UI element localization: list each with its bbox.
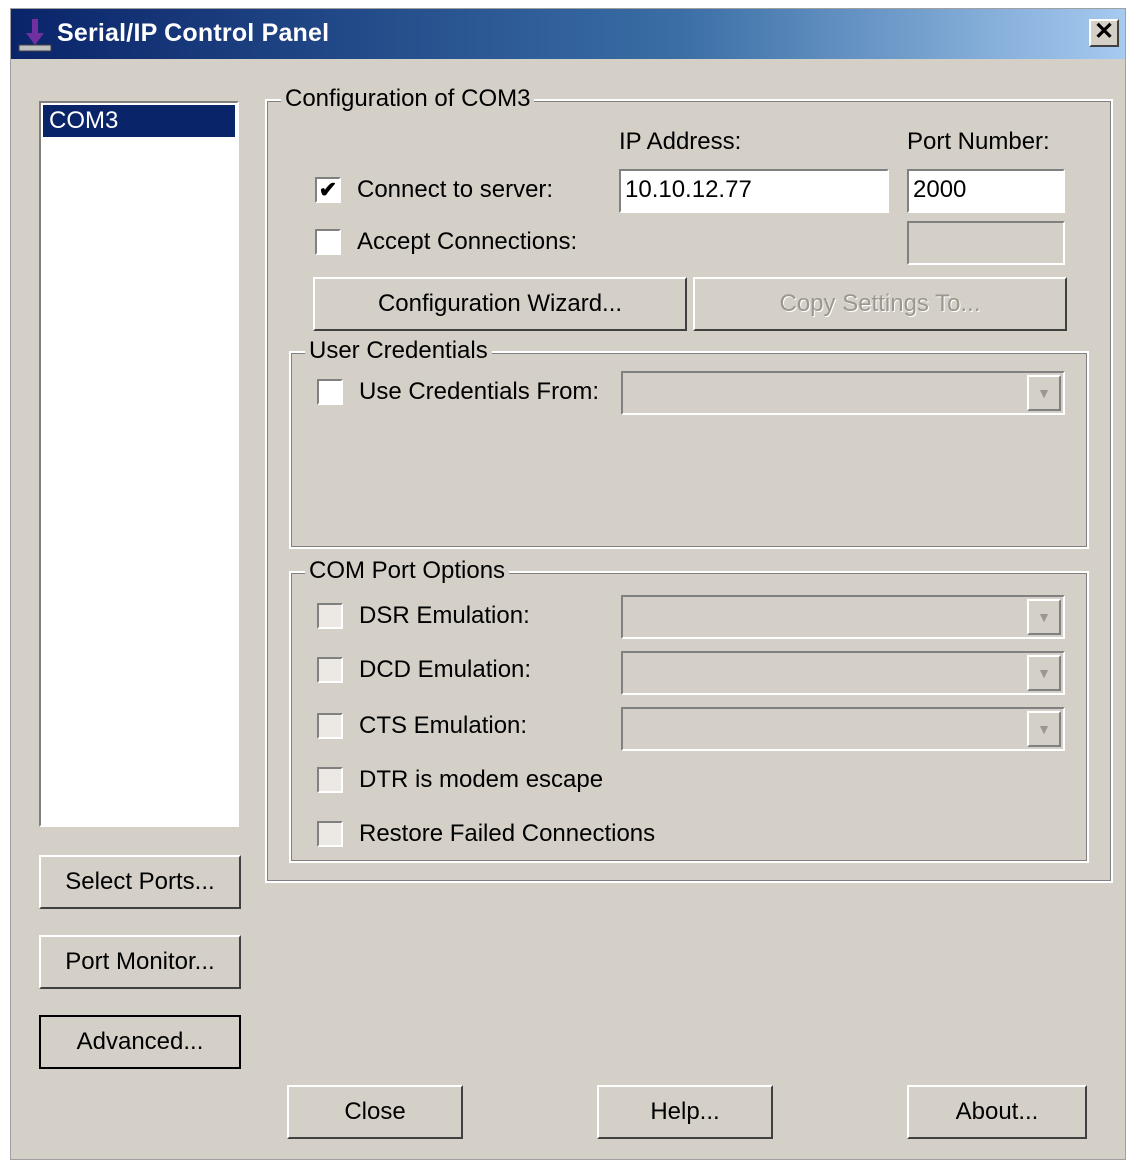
restore-failed-connections-label: Restore Failed Connections — [359, 820, 656, 847]
port-list[interactable]: COM3 — [39, 101, 239, 827]
accept-port-input[interactable] — [907, 221, 1065, 265]
close-window-button[interactable]: ✕ — [1089, 19, 1119, 47]
configuration-wizard-button[interactable]: Configuration Wizard... — [313, 277, 687, 331]
restore-failed-connections-checkbox[interactable] — [317, 821, 343, 847]
title-bar[interactable]: Serial/IP Control Panel ✕ — [11, 9, 1125, 59]
ip-address-input[interactable]: 10.10.12.77 — [619, 169, 889, 213]
download-arrow-icon — [18, 19, 52, 52]
accept-connections-checkbox[interactable] — [315, 229, 341, 255]
use-credentials-checkbox[interactable] — [317, 379, 343, 405]
window-title: Serial/IP Control Panel — [57, 19, 330, 47]
dsr-emulation-combo[interactable]: ▼ — [621, 595, 1065, 639]
credentials-combo[interactable]: ▼ — [621, 371, 1065, 415]
dtr-modem-escape-label: DTR is modem escape — [359, 766, 604, 793]
configuration-group-title: Configuration of COM3 — [281, 83, 535, 115]
ip-address-label: IP Address: — [619, 128, 742, 155]
dialog-body: COM3 Select Ports... Port Monitor... Adv… — [11, 59, 1125, 1161]
advanced-button[interactable]: Advanced... — [39, 1015, 241, 1069]
close-button[interactable]: Close — [287, 1085, 463, 1139]
help-button[interactable]: Help... — [597, 1085, 773, 1139]
configuration-group: Configuration of COM3 IP Address: Port N… — [265, 83, 1113, 883]
cts-emulation-combo[interactable]: ▼ — [621, 707, 1065, 751]
serial-ip-control-panel-window: Serial/IP Control Panel ✕ COM3 Select Po… — [10, 8, 1126, 1160]
dsr-emulation-label: DSR Emulation: — [359, 602, 530, 629]
chevron-down-icon[interactable]: ▼ — [1027, 655, 1061, 691]
dcd-emulation-label: DCD Emulation: — [359, 656, 532, 683]
port-number-input[interactable]: 2000 — [907, 169, 1065, 213]
cts-emulation-label: CTS Emulation: — [359, 712, 528, 739]
com-port-options-group-title: COM Port Options — [305, 555, 510, 587]
dcd-emulation-checkbox[interactable] — [317, 657, 343, 683]
dtr-modem-escape-checkbox[interactable] — [317, 767, 343, 793]
connect-to-server-checkbox[interactable]: ✔ — [315, 177, 341, 203]
port-list-item-com3[interactable]: COM3 — [43, 105, 235, 137]
connect-to-server-label: Connect to server: — [357, 176, 554, 203]
chevron-down-icon[interactable]: ▼ — [1027, 375, 1061, 411]
port-number-label: Port Number: — [907, 128, 1050, 155]
about-button[interactable]: About... — [907, 1085, 1087, 1139]
select-ports-button[interactable]: Select Ports... — [39, 855, 241, 909]
user-credentials-group: User Credentials Use Credentials From: ▼ — [289, 335, 1089, 549]
use-credentials-label: Use Credentials From: — [359, 378, 600, 405]
dcd-emulation-combo[interactable]: ▼ — [621, 651, 1065, 695]
user-credentials-group-title: User Credentials — [305, 335, 492, 367]
com-port-options-group: COM Port Options DSR Emulation: ▼ DCD Em… — [289, 555, 1089, 863]
port-monitor-button[interactable]: Port Monitor... — [39, 935, 241, 989]
chevron-down-icon[interactable]: ▼ — [1027, 599, 1061, 635]
copy-settings-to-button[interactable]: Copy Settings To... — [693, 277, 1067, 331]
accept-connections-label: Accept Connections: — [357, 228, 578, 255]
chevron-down-icon[interactable]: ▼ — [1027, 711, 1061, 747]
dsr-emulation-checkbox[interactable] — [317, 603, 343, 629]
cts-emulation-checkbox[interactable] — [317, 713, 343, 739]
